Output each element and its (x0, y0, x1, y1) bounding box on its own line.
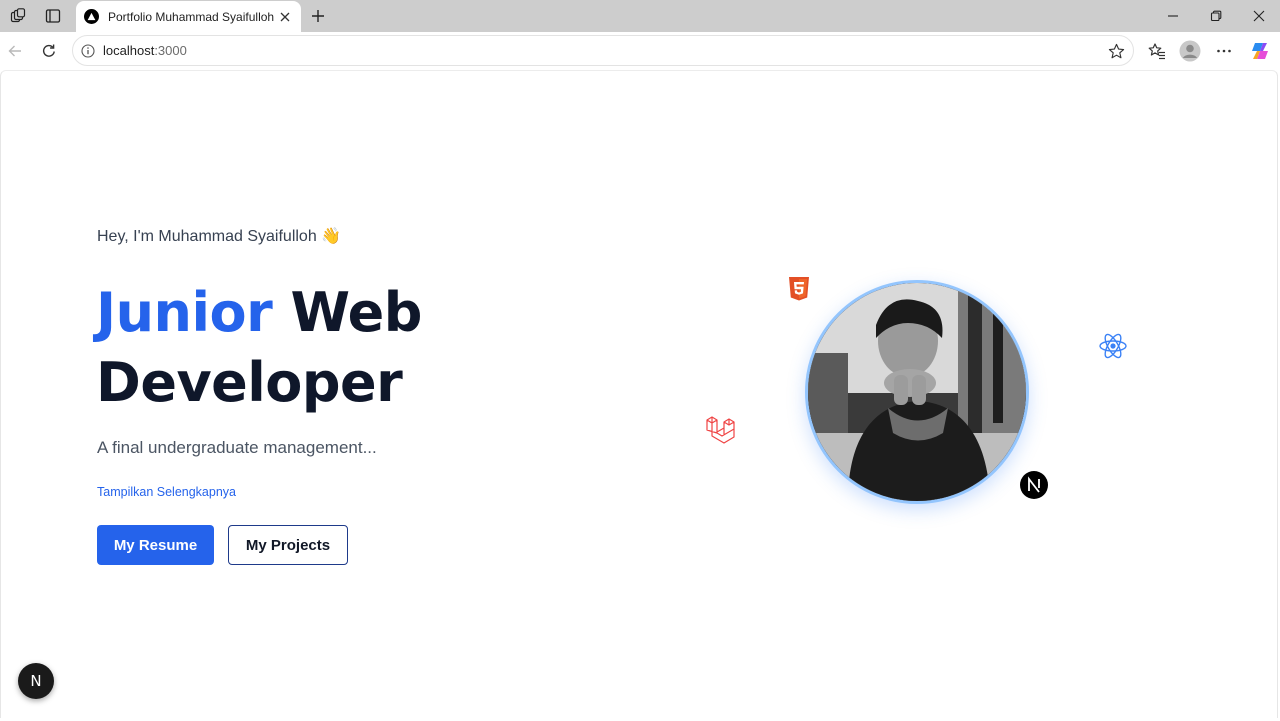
show-more-link[interactable]: Tampilkan Selengkapnya (97, 485, 236, 499)
hero-title-word-web: Web (290, 281, 423, 344)
workspaces-icon[interactable] (7, 5, 29, 27)
browser-toolbar: localhost:3000 (0, 32, 1280, 70)
restore-icon[interactable] (1201, 4, 1231, 28)
hero-title-accent: Junior (96, 281, 273, 344)
site-info-icon[interactable] (81, 43, 95, 58)
address-bar[interactable]: localhost:3000 (72, 35, 1134, 66)
favorites-icon[interactable] (1145, 39, 1169, 63)
tab-strip: Portfolio Muhammad Syaifulloh (0, 0, 1280, 32)
my-projects-button[interactable]: My Projects (228, 525, 348, 565)
nextjs-dev-tools-button[interactable]: N (18, 663, 54, 699)
nextjs-dev-badge-icon: N (30, 672, 42, 690)
tab-actions-icon[interactable] (42, 5, 64, 27)
hero-description: A final undergraduate management... (97, 438, 377, 457)
profile-photo (805, 280, 1029, 504)
active-tab[interactable]: Portfolio Muhammad Syaifulloh (76, 1, 301, 32)
minimize-icon[interactable] (1158, 4, 1188, 28)
tab-title: Portfolio Muhammad Syaifulloh (108, 9, 275, 24)
laravel-icon (704, 414, 736, 446)
html5-icon (788, 277, 810, 302)
favorite-star-icon[interactable] (1107, 42, 1125, 60)
close-tab-icon[interactable] (277, 9, 293, 25)
url-host: localhost (103, 43, 155, 58)
url-port: :3000 (154, 43, 187, 58)
more-menu-icon[interactable] (1212, 39, 1236, 63)
nextjs-icon (1020, 471, 1048, 499)
url-text: localhost:3000 (103, 43, 187, 58)
copilot-icon[interactable] (1248, 39, 1272, 63)
profile-avatar-icon[interactable] (1178, 39, 1202, 63)
hero-greeting: Hey, I'm Muhammad Syaifulloh 👋 (97, 228, 342, 245)
hero-title: Junior Web Developer (96, 278, 422, 418)
hero-title-word-developer: Developer (96, 351, 403, 414)
favicon-icon (84, 9, 99, 24)
new-tab-icon[interactable] (306, 4, 330, 28)
close-window-icon[interactable] (1244, 4, 1274, 28)
my-resume-button[interactable]: My Resume (97, 525, 214, 565)
back-icon[interactable] (3, 39, 27, 63)
reload-icon[interactable] (37, 39, 61, 63)
react-icon (1098, 331, 1128, 361)
